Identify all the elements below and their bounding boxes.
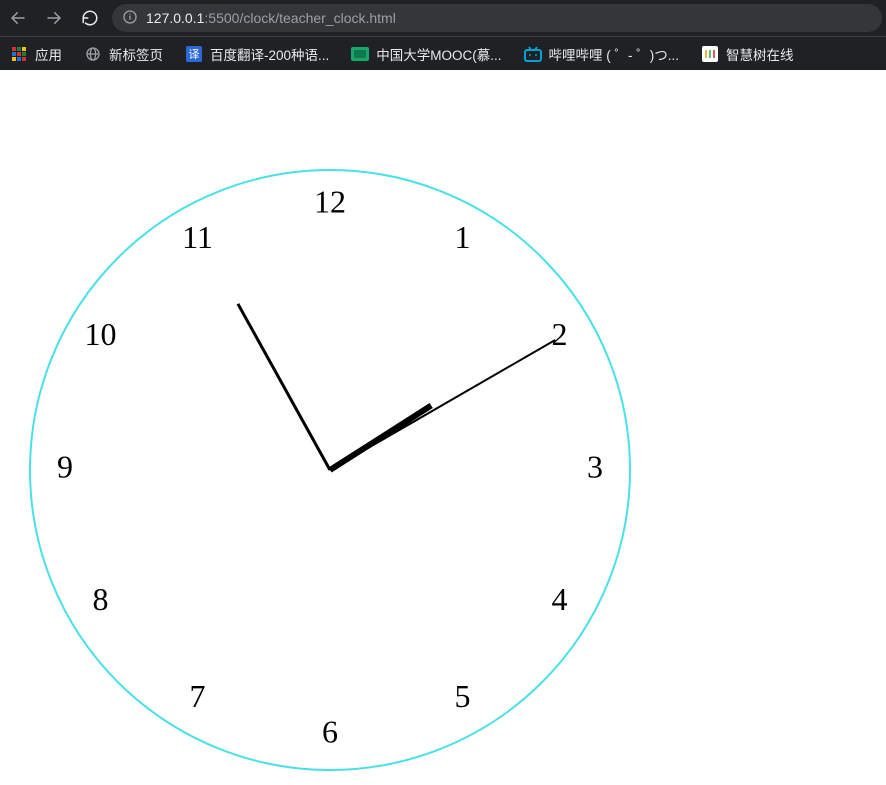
url-port: :5500 — [204, 10, 239, 26]
bookmark-label: 中国大学MOOC(慕... — [376, 44, 501, 64]
url-host: 127.0.0.1 — [146, 10, 204, 26]
clock-number: 4 — [551, 581, 567, 617]
clock-number: 6 — [322, 713, 338, 749]
clock-number: 11 — [182, 219, 213, 255]
mooc-icon — [351, 45, 369, 63]
svg-text:译: 译 — [189, 48, 200, 61]
bilibili-icon — [524, 45, 542, 63]
clock-number: 5 — [455, 678, 471, 714]
apps-button[interactable]: 应用 — [6, 41, 66, 67]
forward-button[interactable] — [40, 4, 68, 32]
apps-grid-icon — [10, 45, 28, 63]
zhihuishu-icon — [701, 45, 719, 63]
url-path: /clock/teacher_clock.html — [239, 10, 395, 26]
clock-number: 12 — [314, 183, 346, 219]
arrow-left-icon — [9, 9, 27, 27]
clock-number: 7 — [190, 678, 206, 714]
analog-clock: 121234567891011 — [20, 160, 640, 780]
browser-chrome: 127.0.0.1:5500/clock/teacher_clock.html — [0, 0, 886, 70]
minute-hand — [238, 304, 330, 470]
reload-icon — [81, 9, 99, 27]
baidu-translate-icon: 译 — [185, 45, 203, 63]
bookmark-item[interactable]: 智慧树在线 — [697, 41, 798, 67]
bookmark-item[interactable]: 哔哩哔哩 ( ゜- ゜)つ... — [520, 41, 684, 67]
clock-number: 10 — [85, 316, 117, 352]
bookmark-item[interactable]: 译 百度翻译-200种语... — [181, 41, 333, 67]
bookmark-label: 新标签页 — [109, 44, 163, 64]
clock-number: 1 — [455, 219, 471, 255]
page-content: 121234567891011 — [0, 70, 886, 751]
clock-svg: 121234567891011 — [20, 160, 640, 780]
apps-label: 应用 — [35, 44, 62, 64]
bookmark-label: 哔哩哔哩 ( ゜- ゜)つ... — [549, 44, 680, 64]
bookmark-item[interactable]: 中国大学MOOC(慕... — [347, 41, 505, 67]
address-bar-text: 127.0.0.1:5500/clock/teacher_clock.html — [146, 10, 396, 26]
back-button[interactable] — [4, 4, 32, 32]
globe-icon — [84, 45, 102, 63]
bookmark-label: 智慧树在线 — [726, 44, 794, 64]
address-bar[interactable]: 127.0.0.1:5500/clock/teacher_clock.html — [112, 4, 882, 32]
clock-number: 8 — [93, 581, 109, 617]
clock-number: 3 — [587, 448, 603, 484]
bookmarks-bar: 应用 新标签页 译 百度翻译-200种语... 中国大学MOOC(慕... 哔哩… — [0, 36, 886, 70]
arrow-right-icon — [45, 9, 63, 27]
clock-number: 9 — [57, 448, 73, 484]
reload-button[interactable] — [76, 4, 104, 32]
bookmark-item[interactable]: 新标签页 — [80, 41, 167, 67]
second-hand — [330, 340, 555, 470]
toolbar: 127.0.0.1:5500/clock/teacher_clock.html — [0, 0, 886, 36]
bookmark-label: 百度翻译-200种语... — [210, 44, 329, 64]
clock-number: 2 — [551, 316, 567, 352]
site-info-icon[interactable] — [122, 9, 138, 28]
